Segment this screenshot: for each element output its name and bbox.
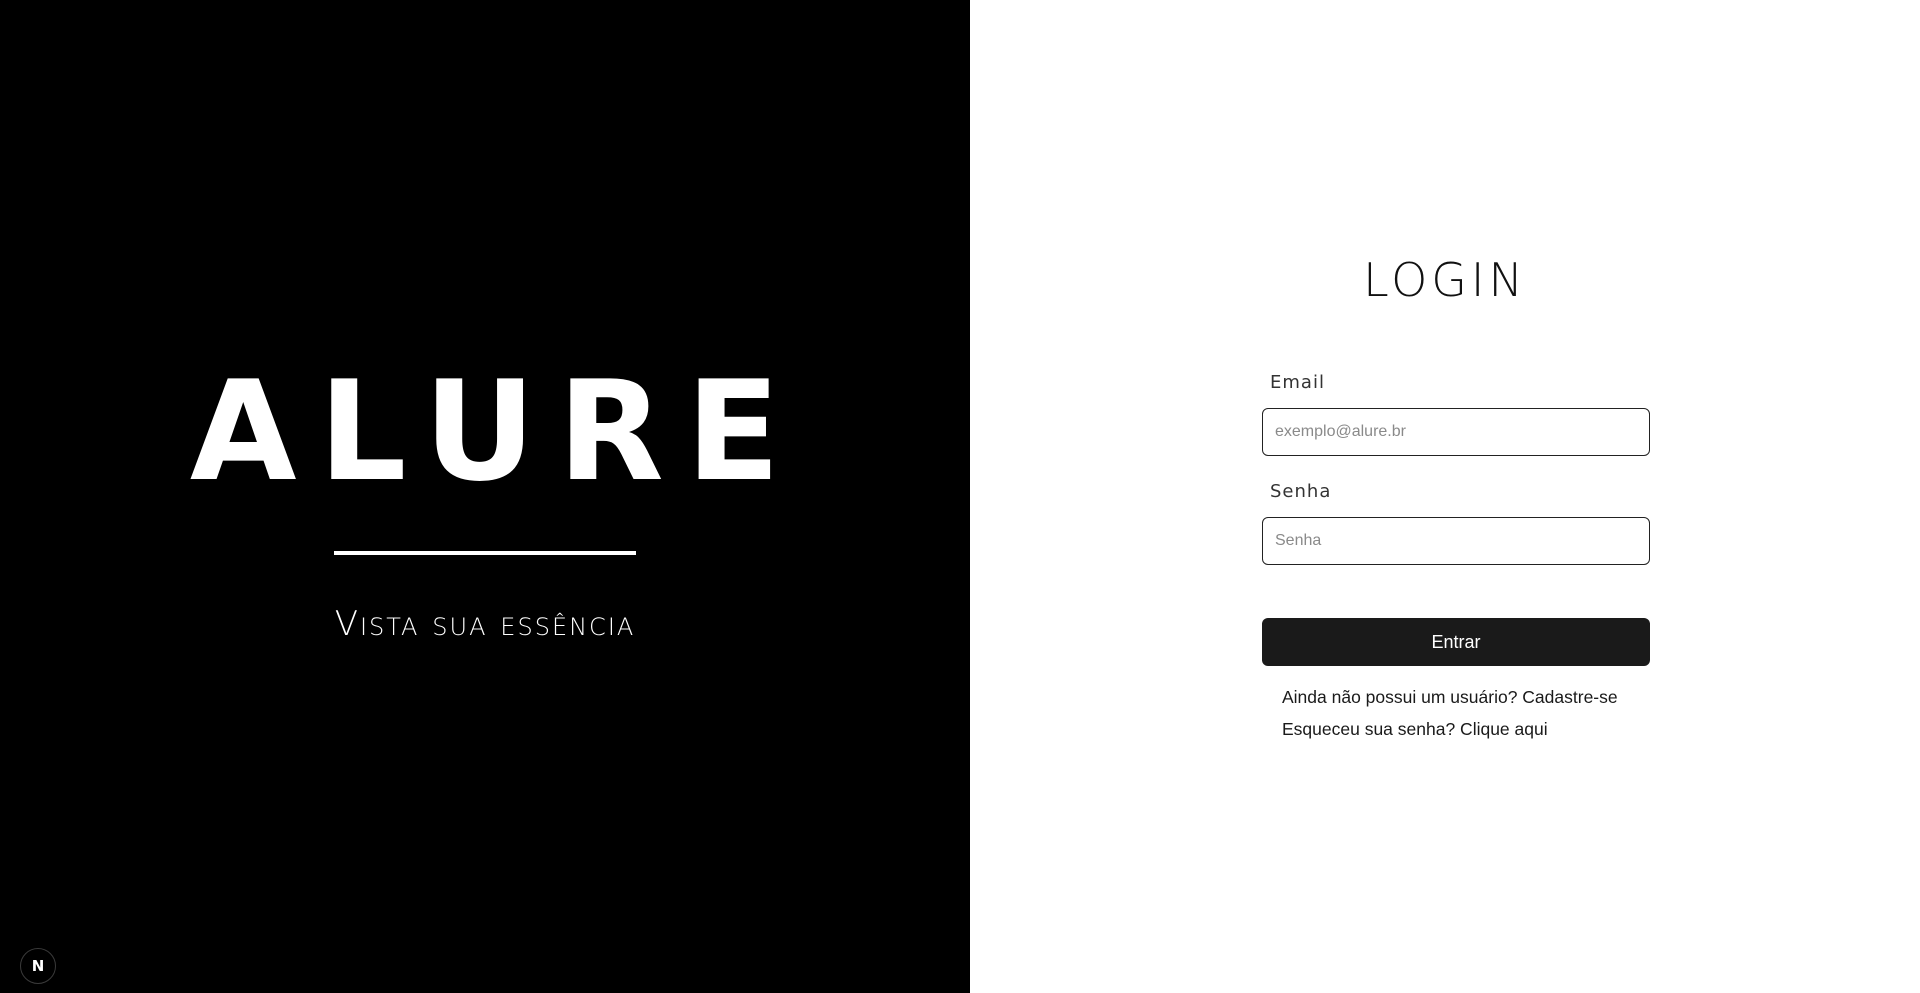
- login-submit-button[interactable]: Entrar: [1262, 618, 1650, 666]
- login-page: ALURE Vista sua essência N LOGIN Email S…: [0, 0, 1920, 993]
- password-field[interactable]: [1262, 517, 1650, 565]
- brand-logo: ALURE: [189, 351, 803, 512]
- email-field[interactable]: [1262, 408, 1650, 456]
- brand-panel: ALURE Vista sua essência N: [0, 0, 970, 993]
- login-form-panel: LOGIN Email Senha Entrar Ainda não possu…: [970, 0, 1920, 993]
- brand-tagline: Vista sua essência: [334, 604, 636, 644]
- nextjs-badge-icon[interactable]: N: [20, 948, 56, 984]
- email-label: Email: [1270, 372, 1325, 393]
- forgot-password-link[interactable]: Esqueceu sua senha? Clique aqui: [1282, 719, 1548, 740]
- signup-link[interactable]: Ainda não possui um usuário? Cadastre-se: [1282, 687, 1618, 708]
- brand-divider: [334, 551, 636, 555]
- login-title: LOGIN: [1363, 253, 1527, 307]
- password-label: Senha: [1270, 481, 1332, 502]
